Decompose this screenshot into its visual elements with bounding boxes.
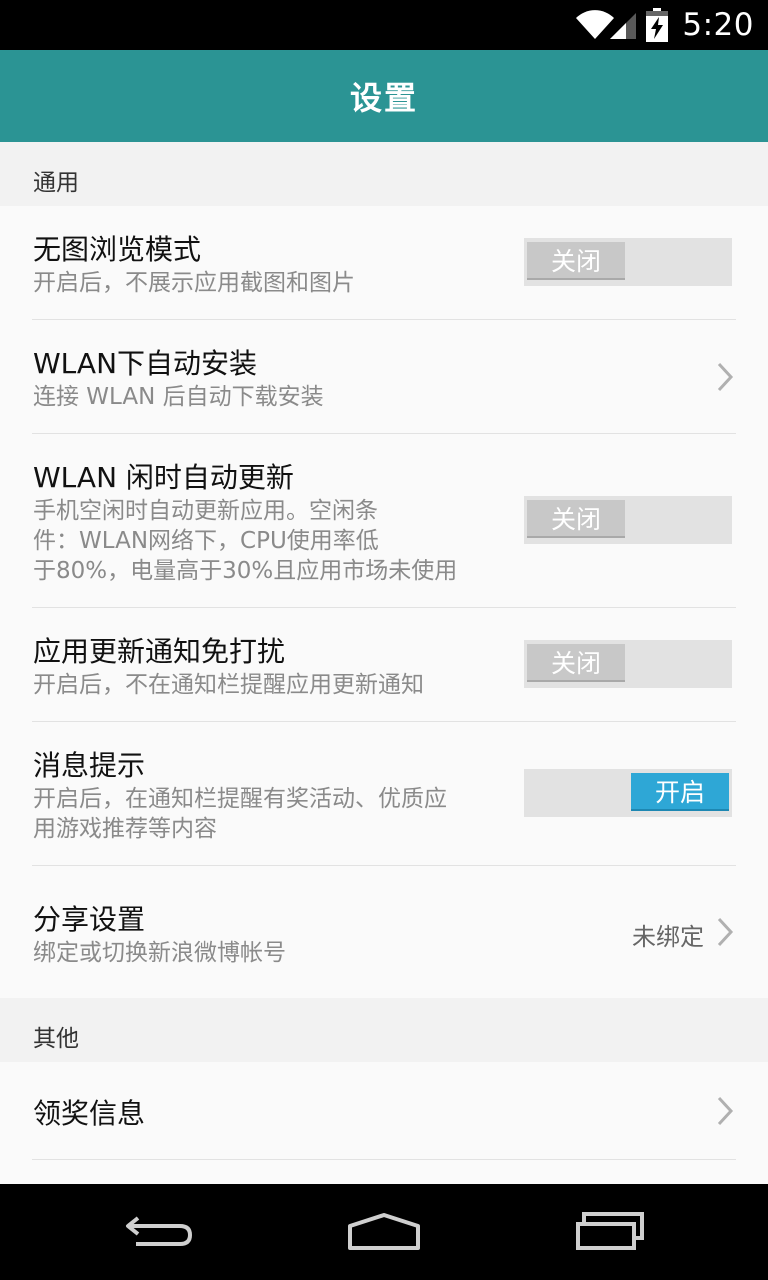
no-image-mode-toggle[interactable]: 关闭 — [524, 238, 732, 286]
section-header-general: 通用 — [0, 142, 768, 206]
setting-title: WLAN下自动安装 — [33, 347, 258, 380]
section-title: 其他 — [33, 1026, 79, 1052]
setting-no-image-mode[interactable]: 无图浏览模式 开启后，不展示应用截图和图片 关闭 — [0, 206, 768, 320]
share-binding-status: 未绑定 — [632, 923, 704, 951]
update-notification-dnd-toggle[interactable]: 关闭 — [524, 640, 732, 688]
chevron-right-icon — [717, 1096, 734, 1126]
chevron-right-icon — [717, 362, 734, 392]
setting-description: 连接 WLAN 后自动下载安装 — [33, 384, 324, 410]
setting-prize-info[interactable]: 领奖信息 — [0, 1062, 768, 1160]
battery-charging-icon — [646, 8, 669, 42]
setting-description: 开启后，不在通知栏提醒应用更新通知 — [33, 672, 424, 698]
setting-title: 消息提示 — [33, 749, 146, 782]
back-icon[interactable] — [124, 1210, 196, 1252]
setting-title: 领奖信息 — [33, 1097, 146, 1130]
divider — [32, 1159, 736, 1160]
setting-wlan-auto-install[interactable]: WLAN下自动安装 连接 WLAN 后自动下载安装 — [0, 320, 768, 434]
setting-update-notification-dnd[interactable]: 应用更新通知免打扰 开启后，不在通知栏提醒应用更新通知 关闭 — [0, 608, 768, 722]
app-bar: 设置 — [0, 50, 768, 142]
list-bottom-padding — [0, 1160, 768, 1184]
page-title: 设置 — [349, 79, 418, 117]
section-title: 通用 — [33, 170, 79, 196]
recents-icon[interactable] — [574, 1210, 646, 1252]
section-header-other: 其他 — [0, 998, 768, 1062]
setting-description-line-1: 开启后，在通知栏提醒有奖活动、优质应 — [33, 786, 447, 812]
other-list: 领奖信息 — [0, 1062, 768, 1184]
setting-description: 绑定或切换新浪微博帐号 — [33, 940, 286, 966]
setting-description: 开启后，不展示应用截图和图片 — [33, 270, 355, 296]
status-icons: 5:20 — [576, 0, 754, 50]
home-icon[interactable] — [346, 1210, 422, 1252]
status-bar: 5:20 — [0, 0, 768, 50]
toggle-knob: 关闭 — [527, 242, 625, 280]
setting-title: WLAN 闲时自动更新 — [33, 461, 294, 494]
general-list: 无图浏览模式 开启后，不展示应用截图和图片 关闭 WLAN下自动安装 连接 WL… — [0, 206, 768, 998]
toggle-knob: 关闭 — [527, 644, 625, 682]
setting-description-line-2: 用游戏推荐等内容 — [33, 816, 217, 842]
setting-title: 分享设置 — [33, 903, 146, 936]
setting-title: 应用更新通知免打扰 — [33, 635, 286, 668]
setting-wlan-idle-update[interactable]: WLAN 闲时自动更新 手机空闲时自动更新应用。空闲条 件：WLAN网络下，CP… — [0, 434, 768, 608]
setting-description-line-1: 手机空闲时自动更新应用。空闲条 — [33, 498, 378, 524]
setting-description-line-3: 于80%，电量高于30%且应用市场未使用 — [33, 558, 458, 584]
cell-signal-icon — [610, 13, 637, 39]
setting-share[interactable]: 分享设置 绑定或切换新浪微博帐号 未绑定 — [0, 866, 768, 998]
settings-content[interactable]: 通用 无图浏览模式 开启后，不展示应用截图和图片 关闭 WLAN下自动安装 连接… — [0, 142, 768, 1184]
wlan-idle-update-toggle[interactable]: 关闭 — [524, 496, 732, 544]
setting-message-tips[interactable]: 消息提示 开启后，在通知栏提醒有奖活动、优质应 用游戏推荐等内容 开启 — [0, 722, 768, 866]
setting-title: 无图浏览模式 — [33, 233, 202, 266]
message-tips-toggle[interactable]: 开启 — [524, 769, 732, 817]
clock: 5:20 — [682, 7, 754, 43]
setting-description-line-2: 件：WLAN网络下，CPU使用率低 — [33, 528, 379, 554]
toggle-knob: 开启 — [631, 773, 729, 811]
navigation-bar — [0, 1184, 768, 1280]
toggle-knob: 关闭 — [527, 500, 625, 538]
chevron-right-icon — [717, 917, 734, 947]
